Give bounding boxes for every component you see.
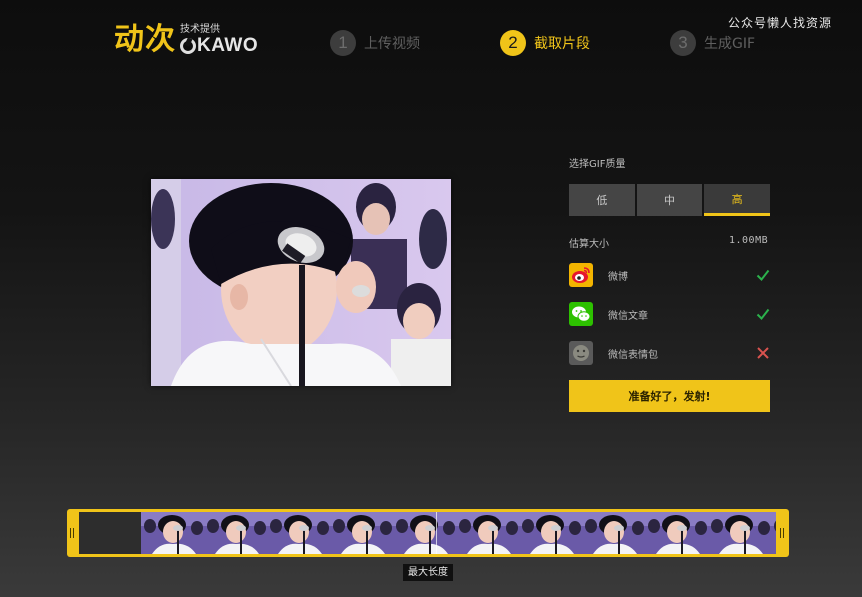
timeline-thumbnail	[457, 512, 520, 554]
step-label: 截取片段	[534, 36, 590, 52]
quality-selector: 低 中 高	[569, 184, 771, 216]
step-label: 生成GIF	[704, 36, 756, 52]
platform-weibo: 微博	[569, 262, 770, 288]
timeline-left-handle[interactable]	[70, 528, 74, 538]
timeline-thumbnail	[394, 512, 457, 554]
platform-name: 微博	[608, 271, 628, 283]
timeline-playhead[interactable]	[436, 512, 437, 554]
video-frame-image	[151, 179, 451, 386]
weibo-icon	[569, 263, 593, 287]
platform-name: 微信表情包	[608, 349, 658, 361]
quality-label: 选择GIF质量	[569, 159, 626, 170]
step-label: 上传视频	[364, 36, 420, 52]
step-crop-clip[interactable]: 2 截取片段	[500, 30, 590, 56]
check-icon	[756, 269, 770, 282]
timeline-thumbnail	[205, 512, 268, 554]
timeline-selected-region[interactable]	[79, 512, 141, 554]
step-generate-gif[interactable]: 3 生成GIF	[670, 30, 755, 56]
step-number: 3	[670, 30, 696, 56]
estimated-size-label: 估算大小	[569, 239, 609, 250]
max-length-tooltip: 最大长度	[403, 564, 453, 581]
quality-medium-button[interactable]: 中	[636, 184, 703, 216]
kawo-logo: KAWO	[180, 35, 259, 56]
step-upload-video[interactable]: 1 上传视频	[330, 30, 420, 56]
cross-icon	[757, 347, 769, 359]
timeline-thumbnail	[268, 512, 331, 554]
timeline-thumbnail	[772, 512, 776, 554]
launch-button[interactable]: 准备好了，发射!	[569, 380, 770, 412]
watermark-text: 公众号懒人找资源	[728, 16, 833, 30]
timeline-thumbnail	[142, 512, 205, 554]
timeline-frames[interactable]	[79, 512, 776, 554]
check-icon	[756, 308, 770, 321]
kawo-logo-text: KAWO	[197, 35, 259, 56]
sticker-icon	[569, 341, 593, 365]
timeline-thumbnail	[583, 512, 646, 554]
estimated-size-value: 1.00MB	[729, 235, 769, 246]
step-number: 1	[330, 30, 356, 56]
quality-high-button[interactable]: 高	[704, 184, 771, 216]
app-logo[interactable]: 动次	[114, 20, 176, 60]
timeline-thumbnail	[709, 512, 772, 554]
platform-wechat-sticker: 微信表情包	[569, 340, 770, 366]
timeline-thumbnail	[520, 512, 583, 554]
timeline-thumbnail	[331, 512, 394, 554]
kawo-logo-icon	[180, 38, 196, 54]
step-number: 2	[500, 30, 526, 56]
platform-wechat-article: 微信文章	[569, 301, 770, 327]
wechat-icon	[569, 302, 593, 326]
platform-name: 微信文章	[608, 310, 648, 322]
timeline-thumbnail	[646, 512, 709, 554]
quality-low-button[interactable]: 低	[569, 184, 635, 216]
video-preview[interactable]	[151, 179, 451, 386]
timeline-right-handle[interactable]	[780, 528, 784, 538]
